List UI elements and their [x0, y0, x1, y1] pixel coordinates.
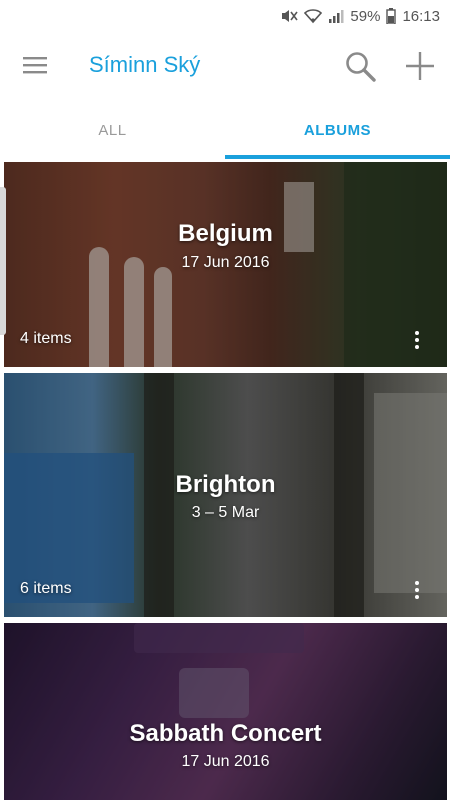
- album-card-belgium[interactable]: Belgium 17 Jun 2016 4 items: [4, 162, 447, 367]
- album-card-sabbath-concert[interactable]: Sabbath Concert 17 Jun 2016: [4, 623, 447, 800]
- album-item-count: 4 items: [20, 330, 72, 347]
- tab-bar: ALL ALBUMS: [0, 100, 450, 160]
- tab-all[interactable]: ALL: [0, 100, 225, 160]
- signal-icon: [328, 8, 344, 24]
- tab-albums[interactable]: ALBUMS: [225, 100, 450, 160]
- more-vert-icon: [415, 331, 419, 335]
- tab-indicator: [225, 155, 450, 159]
- card-overlay: [4, 623, 447, 800]
- search-icon: [344, 50, 376, 87]
- app-title: Síminn Ský: [89, 52, 201, 77]
- menu-button[interactable]: [18, 50, 52, 84]
- album-date: 17 Jun 2016: [181, 753, 270, 770]
- menu-icon: [23, 56, 47, 79]
- search-button[interactable]: [340, 48, 380, 88]
- battery-percent: 59%: [350, 7, 381, 25]
- status-bar: 59% 16:13: [0, 0, 450, 32]
- album-title: Brighton: [175, 471, 276, 498]
- clock: 16:13: [402, 7, 440, 25]
- more-options-button[interactable]: [407, 326, 427, 354]
- more-vert-icon: [415, 581, 419, 585]
- mute-icon: [280, 8, 299, 24]
- app-bar: Síminn Ský: [0, 32, 450, 100]
- album-date: 3 – 5 Mar: [191, 504, 260, 521]
- album-card-brighton[interactable]: Brighton 3 – 5 Mar 6 items: [4, 373, 447, 617]
- more-options-button[interactable]: [407, 576, 427, 604]
- add-button[interactable]: [400, 48, 440, 88]
- album-title: Belgium: [178, 220, 273, 247]
- add-icon: [404, 50, 436, 87]
- wifi-icon: [304, 8, 323, 24]
- album-date: 17 Jun 2016: [181, 254, 270, 271]
- album-item-count: 6 items: [20, 580, 72, 597]
- album-title: Sabbath Concert: [129, 720, 322, 747]
- edge-panel-handle[interactable]: [0, 187, 6, 335]
- battery-icon: [386, 8, 397, 24]
